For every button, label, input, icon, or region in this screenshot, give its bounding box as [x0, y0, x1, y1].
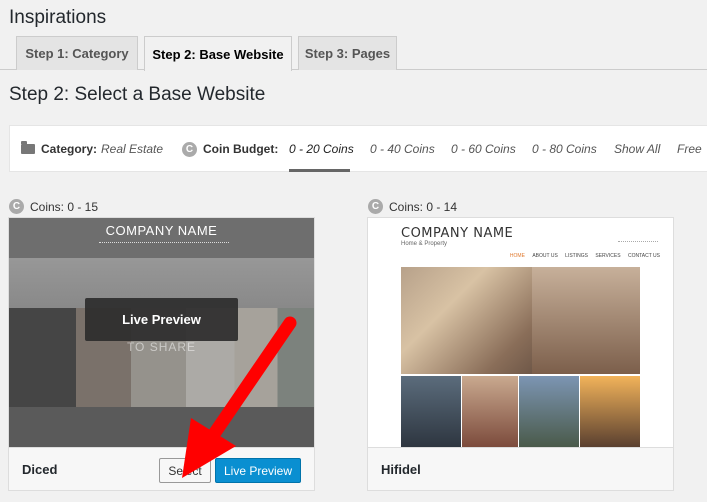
wizard-tabs: Step 1: Category Step 2: Base Website St…: [0, 36, 707, 71]
tab-step-3-pages[interactable]: Step 3: Pages: [298, 36, 397, 70]
filter-bar: Category: Real Estate C Coin Budget: 0 -…: [9, 125, 707, 172]
card-coins-label: C Coins: 0 - 14: [368, 199, 457, 214]
coin-option-0-60[interactable]: 0 - 60 Coins: [451, 142, 516, 156]
theme-name: Hifidel: [381, 462, 421, 477]
folder-icon: [21, 141, 35, 154]
coins-range: Coins: 0 - 15: [30, 199, 99, 214]
active-coin-underline: [289, 169, 350, 172]
coin-option-0-80[interactable]: 0 - 80 Coins: [532, 142, 597, 156]
theme-name: Diced: [22, 462, 58, 477]
live-preview-button[interactable]: Live Preview: [215, 458, 301, 483]
coin-icon: C: [368, 199, 383, 214]
card-footer: Hifidel: [368, 447, 673, 490]
coin-budget-filter: C Coin Budget:: [182, 126, 282, 172]
coin-option-free[interactable]: Free: [677, 142, 702, 156]
section-title: Step 2: Select a Base Website: [9, 84, 266, 105]
theme-card-hifidel: COMPANY NAME Home & Property HOME ABOUT …: [367, 217, 674, 491]
coin-icon: C: [9, 199, 24, 214]
tab-step-1-category[interactable]: Step 1: Category: [16, 36, 138, 70]
category-label: Category:: [41, 142, 98, 156]
category-value: Real Estate: [101, 142, 164, 156]
theme-card-diced: COMPANY NAME TO SHARE Live Preview Diced…: [8, 217, 315, 491]
image-tiles: [401, 376, 640, 447]
live-preview-overlay-button[interactable]: Live Preview: [85, 298, 238, 341]
select-button[interactable]: Select: [159, 458, 211, 483]
coins-range: Coins: 0 - 14: [389, 199, 458, 214]
thumb-nav: HOME ABOUT US LISTINGS SERVICES CONTACT …: [509, 253, 660, 259]
coin-option-0-40[interactable]: 0 - 40 Coins: [370, 142, 435, 156]
social-icons: [618, 241, 658, 245]
thumb-company-name: COMPANY NAME: [401, 226, 514, 241]
thumb-company-name: COMPANY NAME: [105, 223, 218, 238]
page-title: Inspirations: [9, 7, 107, 28]
card-coins-label: C Coins: 0 - 15: [9, 199, 98, 214]
coin-option-show-all[interactable]: Show All: [614, 142, 660, 156]
tab-step-2-base-website[interactable]: Step 2: Base Website: [144, 36, 292, 71]
hero-image: [401, 267, 640, 374]
coin-icon: C: [182, 141, 197, 157]
coin-budget-label: Coin Budget:: [203, 142, 279, 156]
coin-option-0-20[interactable]: 0 - 20 Coins: [289, 142, 354, 156]
thumb-nav: [99, 242, 229, 246]
thumb-subtitle: Home & Property: [401, 241, 448, 247]
thumb-tagline: TO SHARE: [126, 340, 197, 354]
category-filter: Category: Real Estate: [21, 126, 163, 172]
theme-thumbnail[interactable]: COMPANY NAME Home & Property HOME ABOUT …: [368, 218, 673, 447]
theme-thumbnail[interactable]: COMPANY NAME TO SHARE Live Preview: [9, 218, 314, 447]
